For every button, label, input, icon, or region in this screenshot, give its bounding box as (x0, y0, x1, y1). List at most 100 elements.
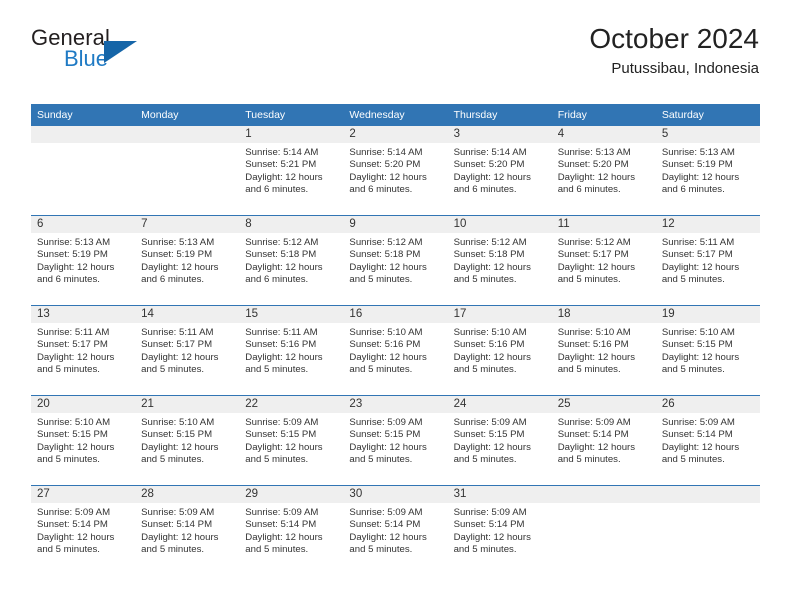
calendar-day-cell[interactable]: 6 Sunrise: 5:13 AM Sunset: 5:19 PM Daylight… (31, 215, 136, 306)
calendar-day-cell[interactable]: 15 Sunrise: 5:11 AM Sunset: 5:16 PM Dayligh… (239, 305, 344, 396)
calendar-page: General Blue October 2024 Putussibau, In… (0, 0, 792, 612)
sunrise-text: Sunrise: 5:14 AM (245, 147, 319, 158)
sunrise-text: Sunrise: 5:09 AM (245, 417, 319, 428)
daylight-text-line1: Daylight: 12 hours (37, 531, 115, 543)
sunrise-text: Sunrise: 5:09 AM (141, 507, 215, 518)
sunset-text: Sunset: 5:16 PM (245, 339, 317, 351)
daylight-text-line1: Daylight: 12 hours (245, 261, 323, 273)
daylight-text-line1: Daylight: 12 hours (453, 171, 531, 183)
weekday-header-monday: Monday (135, 104, 240, 126)
calendar-day-cell[interactable]: 5 Sunrise: 5:13 AM Sunset: 5:19 PM Daylight… (655, 126, 760, 216)
calendar-day-cell[interactable]: 3 Sunrise: 5:14 AM Sunset: 5:20 PM Daylight… (447, 126, 552, 216)
calendar-day-cell[interactable]: 26 Sunrise: 5:09 AM Sunset: 5:14 PM Dayligh… (655, 395, 760, 486)
sunset-text: Sunset: 5:17 PM (37, 339, 108, 351)
calendar-day-cell[interactable]: 12 Sunrise: 5:11 AM Sunset: 5:17 PM Dayligh… (655, 215, 760, 306)
calendar-day-cell[interactable]: 21 Sunrise: 5:10 AM Sunset: 5:15 PM Dayligh… (135, 395, 240, 486)
calendar-day-cell[interactable]: 13 Sunrise: 5:11 AM Sunset: 5:17 PM Dayligh… (31, 305, 136, 396)
calendar-day-cell[interactable]: 2 Sunrise: 5:14 AM Sunset: 5:20 PM Daylight… (343, 126, 448, 216)
day-details: Sunrise: 5:13 AM Sunset: 5:19 PM Daylight:… (31, 233, 135, 287)
day-number: 28 (135, 486, 240, 503)
daylight-text-line2: and 5 minutes. (661, 274, 725, 286)
sunrise-text: Sunrise: 5:09 AM (349, 507, 423, 518)
daylight-text-line1: Daylight: 12 hours (661, 441, 740, 453)
sunset-text: Sunset: 5:16 PM (453, 339, 525, 351)
calendar-day-cell[interactable]: 25 Sunrise: 5:09 AM Sunset: 5:14 PM Dayligh… (551, 395, 656, 486)
calendar-day-cell[interactable]: 20 Sunrise: 5:10 AM Sunset: 5:15 PM Dayligh… (31, 395, 136, 486)
calendar-empty-cell (655, 485, 760, 575)
sunset-text: Sunset: 5:19 PM (141, 249, 213, 261)
daylight-text-line2: and 5 minutes. (661, 454, 725, 466)
calendar-day-cell[interactable]: 23 Sunrise: 5:09 AM Sunset: 5:15 PM Dayligh… (343, 395, 448, 486)
day-number: 20 (31, 396, 136, 413)
daylight-text-line2: and 6 minutes. (661, 184, 725, 196)
calendar-day-cell[interactable]: 9 Sunrise: 5:12 AM Sunset: 5:18 PM Daylight… (343, 215, 448, 306)
daylight-text-line1: Daylight: 12 hours (37, 441, 115, 453)
daylight-text-line1: Daylight: 12 hours (557, 261, 636, 273)
sunset-text: Sunset: 5:17 PM (141, 339, 213, 351)
day-number: 24 (447, 396, 552, 413)
sunrise-text: Sunrise: 5:12 AM (453, 237, 527, 248)
sunset-text: Sunset: 5:14 PM (37, 519, 108, 531)
day-number: 30 (343, 486, 448, 503)
sunset-text: Sunset: 5:18 PM (453, 249, 525, 261)
general-blue-logo: General Blue (31, 26, 251, 70)
daylight-text-line2: and 5 minutes. (37, 364, 100, 376)
calendar-day-cell[interactable]: 27 Sunrise: 5:09 AM Sunset: 5:14 PM Dayligh… (31, 485, 136, 575)
daylight-text-line2: and 6 minutes. (245, 184, 309, 196)
sunset-text: Sunset: 5:19 PM (661, 159, 733, 171)
calendar-day-cell[interactable]: 7 Sunrise: 5:13 AM Sunset: 5:19 PM Daylight… (135, 215, 240, 306)
calendar-day-cell[interactable]: 4 Sunrise: 5:13 AM Sunset: 5:20 PM Daylight… (551, 126, 656, 216)
day-number: 23 (343, 396, 448, 413)
page-title: October 2024 (589, 23, 759, 54)
calendar-day-cell[interactable]: 14 Sunrise: 5:11 AM Sunset: 5:17 PM Dayligh… (135, 305, 240, 396)
day-number: 14 (135, 306, 240, 323)
daylight-text-line2: and 5 minutes. (141, 544, 205, 556)
calendar-day-cell[interactable]: 19 Sunrise: 5:10 AM Sunset: 5:15 PM Dayligh… (655, 305, 760, 396)
sunrise-text: Sunrise: 5:09 AM (245, 507, 319, 518)
day-number: 3 (447, 126, 552, 143)
daylight-text-line1: Daylight: 12 hours (453, 441, 531, 453)
calendar-day-cell[interactable]: 22 Sunrise: 5:09 AM Sunset: 5:15 PM Dayligh… (239, 395, 344, 486)
day-number: 19 (655, 306, 760, 323)
day-details: Sunrise: 5:11 AM Sunset: 5:17 PM Daylight:… (31, 323, 135, 377)
sunset-text: Sunset: 5:20 PM (557, 159, 629, 171)
weekday-header-sunday: Sunday (31, 104, 136, 126)
calendar-day-cell[interactable]: 10 Sunrise: 5:12 AM Sunset: 5:18 PM Dayligh… (447, 215, 552, 306)
calendar-day-cell[interactable]: 24 Sunrise: 5:09 AM Sunset: 5:15 PM Dayligh… (447, 395, 552, 486)
calendar-day-cell[interactable]: 29 Sunrise: 5:09 AM Sunset: 5:14 PM Dayligh… (239, 485, 344, 575)
calendar-day-cell[interactable]: 30 Sunrise: 5:09 AM Sunset: 5:14 PM Dayligh… (343, 485, 448, 575)
day-details: Sunrise: 5:09 AM Sunset: 5:14 PM Daylight:… (343, 503, 447, 557)
day-details: Sunrise: 5:13 AM Sunset: 5:19 PM Daylight:… (656, 143, 760, 197)
day-number: 27 (31, 486, 136, 503)
sunrise-text: Sunrise: 5:09 AM (661, 417, 735, 428)
calendar-day-cell[interactable]: 28 Sunrise: 5:09 AM Sunset: 5:14 PM Dayligh… (135, 485, 240, 575)
calendar-day-cell[interactable]: 18 Sunrise: 5:10 AM Sunset: 5:16 PM Dayligh… (551, 305, 656, 396)
sunrise-text: Sunrise: 5:11 AM (141, 327, 214, 338)
calendar-day-cell[interactable]: 31 Sunrise: 5:09 AM Sunset: 5:14 PM Dayligh… (447, 485, 552, 575)
sunrise-text: Sunrise: 5:09 AM (557, 417, 631, 428)
day-number: 15 (239, 306, 344, 323)
sunset-text: Sunset: 5:14 PM (245, 519, 317, 531)
calendar-day-cell[interactable]: 1 Sunrise: 5:14 AM Sunset: 5:21 PM Daylight… (239, 126, 344, 216)
sunset-text: Sunset: 5:15 PM (453, 429, 525, 441)
day-number: 29 (239, 486, 344, 503)
daylight-text-line2: and 5 minutes. (557, 274, 621, 286)
day-details: Sunrise: 5:10 AM Sunset: 5:16 PM Daylight:… (552, 323, 656, 377)
day-details: Sunrise: 5:12 AM Sunset: 5:17 PM Daylight:… (552, 233, 656, 287)
daylight-text-line1: Daylight: 12 hours (661, 171, 740, 183)
sunset-text: Sunset: 5:21 PM (245, 159, 317, 171)
daylight-text-line2: and 6 minutes. (557, 184, 621, 196)
daylight-text-line2: and 5 minutes. (37, 454, 100, 466)
day-number: 8 (239, 216, 344, 233)
calendar-day-cell[interactable]: 16 Sunrise: 5:10 AM Sunset: 5:16 PM Dayligh… (343, 305, 448, 396)
calendar-day-cell[interactable]: 17 Sunrise: 5:10 AM Sunset: 5:16 PM Dayligh… (447, 305, 552, 396)
logo-text-blue: Blue (64, 46, 109, 71)
daylight-text-line1: Daylight: 12 hours (557, 441, 636, 453)
weekday-header-wednesday: Wednesday (343, 104, 448, 126)
day-number: 21 (135, 396, 240, 413)
daylight-text-line2: and 5 minutes. (557, 454, 621, 466)
calendar-day-cell[interactable]: 8 Sunrise: 5:12 AM Sunset: 5:18 PM Daylight… (239, 215, 344, 306)
daylight-text-line2: and 5 minutes. (37, 544, 100, 556)
calendar-day-cell[interactable]: 11 Sunrise: 5:12 AM Sunset: 5:17 PM Dayligh… (551, 215, 656, 306)
day-details: Sunrise: 5:13 AM Sunset: 5:19 PM Daylight:… (135, 233, 239, 287)
